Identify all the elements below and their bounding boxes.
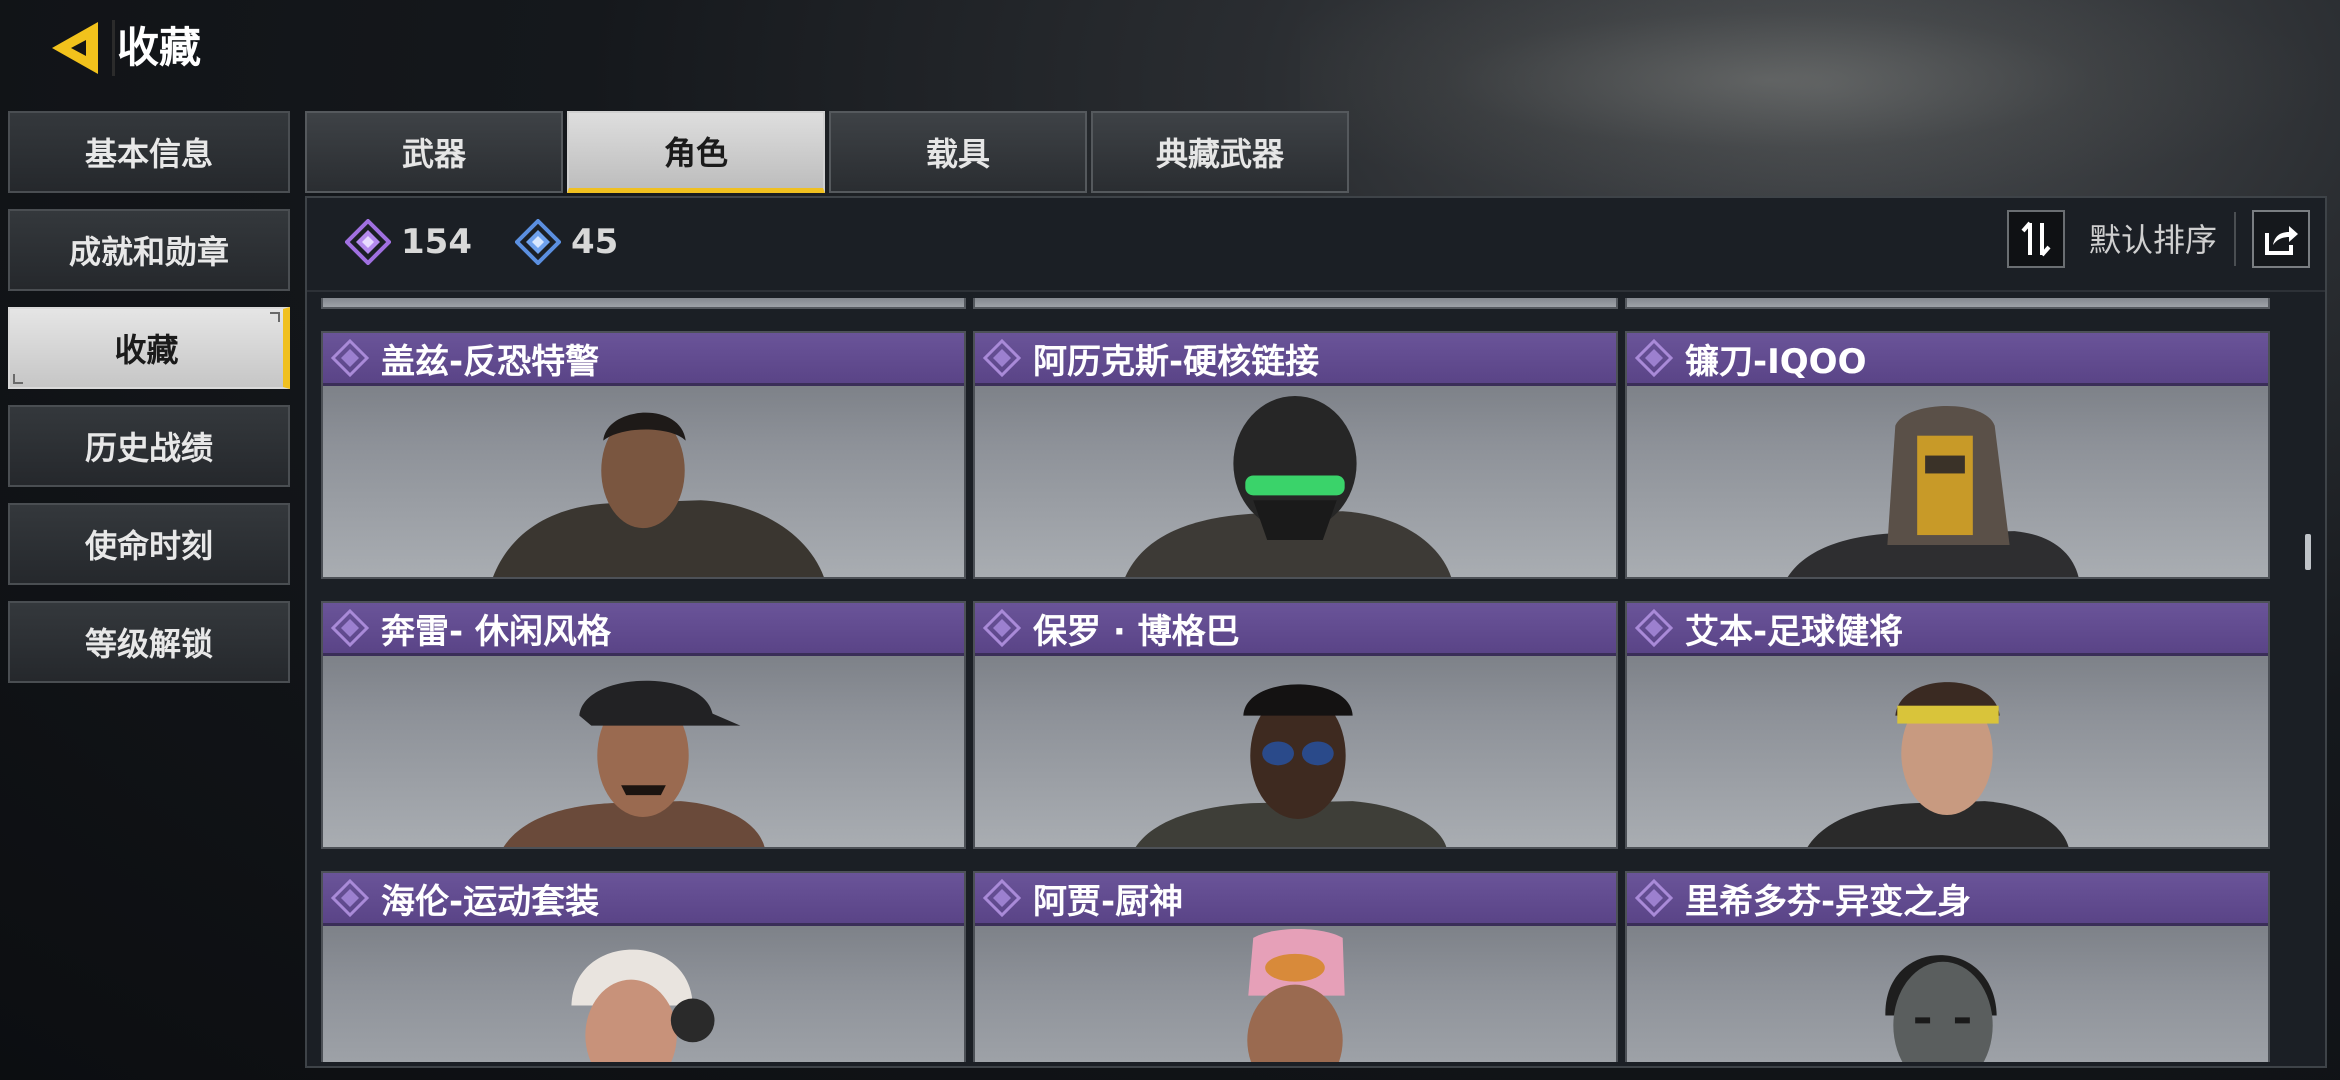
cap-mustache-portrait	[503, 680, 765, 847]
character-card[interactable]: 里希多芬-异变之身	[1625, 871, 2270, 1062]
sunglasses-portrait	[1135, 684, 1447, 847]
rarity-diamond-icon	[983, 879, 1021, 917]
masked-soldier-green-goggles-portrait	[1125, 395, 1452, 577]
share-button[interactable]	[2252, 210, 2310, 268]
character-name: 镰刀-IQOO	[1685, 341, 1867, 382]
rarity-diamond-icon	[983, 609, 1021, 647]
character-card[interactable]: 阿贾-厨神	[973, 871, 1618, 1062]
character-card-partial[interactable]	[321, 298, 966, 309]
gold-robot-portrait	[1787, 405, 2079, 577]
card-title-bar: 阿历克斯-硬核链接	[975, 333, 1616, 386]
sidebar-item-level-unlock[interactable]: 等级解锁	[8, 601, 290, 683]
character-card[interactable]: 艾本-足球健将	[1625, 601, 2270, 849]
tab-label: 载具	[925, 135, 990, 173]
sort-arrows-icon	[2021, 221, 2051, 257]
sort-label[interactable]: 默认排序	[2089, 216, 2217, 264]
character-card[interactable]: 盖兹-反恐特警	[321, 331, 966, 579]
sidebar: 基本信息 成就和勋章 收藏 历史战绩 使命时刻 等级解锁	[8, 111, 292, 699]
sidebar-item-basic-info[interactable]: 基本信息	[8, 111, 290, 193]
currency-blue: 45	[515, 218, 618, 266]
character-name: 艾本-足球健将	[1685, 611, 1904, 652]
headphones-woman-portrait	[571, 949, 715, 1062]
character-card[interactable]: 阿历克斯-硬核链接	[973, 331, 1618, 579]
character-name: 奔雷- 休闲风格	[381, 611, 611, 652]
sidebar-item-achievements[interactable]: 成就和勋章	[8, 209, 290, 291]
rarity-diamond-icon	[983, 339, 1021, 377]
tab-weapons[interactable]: 武器	[305, 111, 563, 193]
male-soldier-portrait	[493, 412, 824, 577]
tab-legendary-weapons[interactable]: 典藏武器	[1091, 111, 1349, 193]
sidebar-item-collection[interactable]: 收藏	[8, 307, 290, 389]
character-card[interactable]: 镰刀-IQOO	[1625, 331, 2270, 579]
sidebar-item-label: 历史战绩	[84, 429, 213, 467]
card-title-bar: 奔雷- 休闲风格	[323, 603, 964, 656]
card-title-bar: 镰刀-IQOO	[1627, 333, 2268, 386]
sidebar-item-label: 收藏	[114, 331, 179, 369]
character-name: 保罗 · 博格巴	[1033, 611, 1240, 652]
chevron-left-icon	[52, 22, 98, 74]
character-grid: 盖兹-反恐特警 阿历克斯-硬核链接 镰刀-IQOO 奔雷- 休闲风格 保罗 · …	[321, 298, 2281, 1062]
tab-characters[interactable]: 角色	[567, 111, 825, 193]
card-title-bar: 艾本-足球健将	[1627, 603, 2268, 656]
card-title-bar: 盖兹-反恐特警	[323, 333, 964, 386]
sort-button[interactable]	[2007, 210, 2065, 268]
category-tabs: 武器 角色 载具 典藏武器	[305, 111, 1353, 193]
scrollbar-thumb[interactable]	[2305, 534, 2311, 570]
rarity-diamond-icon	[1635, 609, 1673, 647]
tab-label: 武器	[401, 135, 466, 173]
character-name: 海伦-运动套装	[381, 881, 600, 922]
rarity-diamond-icon	[331, 609, 369, 647]
currency-purple: 154	[345, 218, 472, 266]
character-name: 里希多芬-异变之身	[1685, 881, 1972, 922]
rarity-diamond-icon	[1635, 339, 1673, 377]
currency-purple-value: 154	[401, 222, 472, 262]
character-name: 阿贾-厨神	[1033, 881, 1184, 922]
currency-blue-value: 45	[571, 222, 619, 262]
character-card[interactable]: 海伦-运动套装	[321, 871, 966, 1062]
blue-diamond-icon	[515, 219, 561, 265]
rarity-diamond-icon	[331, 339, 369, 377]
tab-vehicles[interactable]: 载具	[829, 111, 1087, 193]
card-title-bar: 阿贾-厨神	[975, 873, 1616, 926]
character-card-partial[interactable]	[1625, 298, 2270, 309]
rarity-diamond-icon	[1635, 879, 1673, 917]
card-title-bar: 保罗 · 博格巴	[975, 603, 1616, 656]
panel-toolbar: 154 45 默认排序	[307, 198, 2325, 292]
character-name: 盖兹-反恐特警	[381, 341, 600, 382]
rarity-diamond-icon	[331, 879, 369, 917]
card-title-bar: 海伦-运动套装	[323, 873, 964, 926]
page-title: 收藏	[112, 20, 201, 76]
background-haze	[1300, 0, 2340, 200]
toolbar-divider	[2234, 212, 2236, 266]
sidebar-item-history[interactable]: 历史战绩	[8, 405, 290, 487]
back-button[interactable]	[40, 14, 112, 82]
sidebar-item-label: 成就和勋章	[68, 233, 229, 271]
tab-label: 角色	[663, 133, 728, 172]
character-card[interactable]: 奔雷- 休闲风格	[321, 601, 966, 849]
sidebar-item-label: 使命时刻	[84, 527, 213, 565]
chef-hat-portrait	[1247, 928, 1345, 1062]
card-title-bar: 里希多芬-异变之身	[1627, 873, 2268, 926]
character-name: 阿历克斯-硬核链接	[1033, 341, 1320, 382]
character-card-partial[interactable]	[973, 298, 1618, 309]
purple-diamond-icon	[345, 219, 391, 265]
character-card[interactable]: 保罗 · 博格巴	[973, 601, 1618, 849]
zombie-portrait	[1885, 955, 1997, 1062]
sidebar-item-label: 等级解锁	[84, 625, 213, 663]
scrollbar[interactable]	[2305, 298, 2313, 1062]
sidebar-item-moments[interactable]: 使命时刻	[8, 503, 290, 585]
tab-label: 典藏武器	[1155, 135, 1284, 173]
collection-panel: 154 45 默认排序 盖兹-反恐特警 阿历克斯-硬核链接 镰刀-IQOO 奔雷…	[305, 196, 2327, 1068]
share-icon	[2265, 226, 2298, 255]
sidebar-item-label: 基本信息	[84, 135, 213, 173]
headband-woman-portrait	[1807, 682, 2069, 847]
